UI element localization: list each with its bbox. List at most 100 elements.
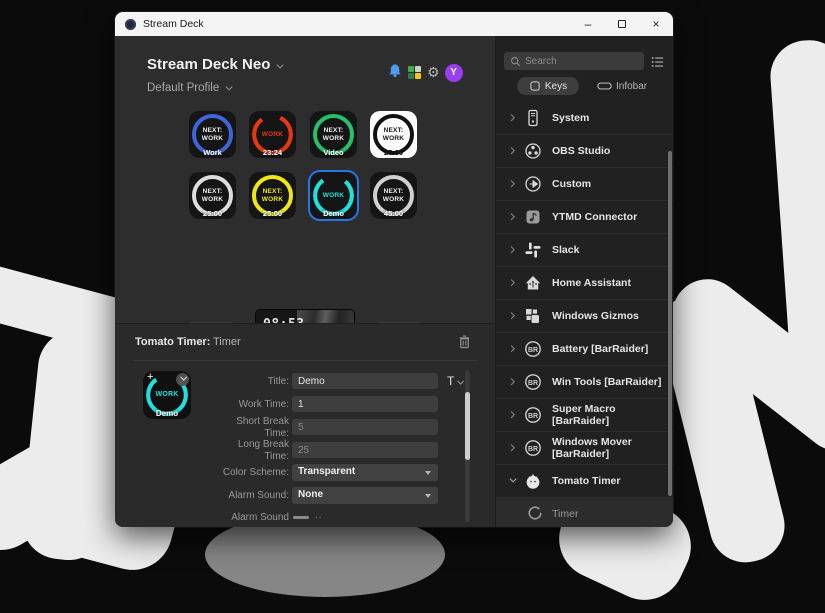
key-label: 25:00 bbox=[202, 209, 223, 218]
plugin-row-tomato-timer-expanded[interactable]: Tomato Timer bbox=[496, 465, 673, 498]
chevron-right-icon bbox=[507, 378, 516, 386]
tab-keys[interactable]: Keys bbox=[517, 77, 579, 95]
chevron-right-icon bbox=[507, 411, 516, 419]
plugin-row-windows-gizmos[interactable]: Windows Gizmos bbox=[496, 300, 673, 333]
tomato-icon bbox=[523, 471, 543, 491]
chevron-right-icon bbox=[507, 114, 516, 122]
alarm-sound-label: Alarm Sound: bbox=[228, 490, 289, 501]
key-label: 25:00 bbox=[262, 209, 283, 218]
plugin-row-battery-barraider[interactable]: BR Battery [BarRaider] bbox=[496, 333, 673, 366]
deck-key-video[interactable]: NEXT: WORK Video bbox=[310, 111, 357, 158]
plugin-row-system[interactable]: System bbox=[496, 102, 673, 135]
delete-action-button[interactable] bbox=[458, 334, 471, 354]
text-style-button[interactable]: T bbox=[447, 374, 465, 388]
key-label: 23:24 bbox=[262, 148, 283, 157]
deck-key-demo-selected[interactable]: WORK Demo bbox=[310, 172, 357, 219]
key-options-button[interactable] bbox=[176, 373, 189, 386]
deck-key-yellow[interactable]: NEXT: WORK 25:00 bbox=[249, 172, 296, 219]
title-input[interactable] bbox=[292, 373, 438, 389]
long-break-input[interactable] bbox=[292, 442, 438, 458]
maximize-button[interactable] bbox=[605, 12, 639, 36]
svg-text:BR: BR bbox=[528, 347, 538, 354]
account-avatar[interactable]: Y bbox=[444, 63, 463, 82]
notifications-button[interactable] bbox=[387, 62, 403, 83]
plugin-list: System OBS Studio Custom YTMD Connector bbox=[496, 102, 673, 527]
close-button[interactable]: × bbox=[639, 12, 673, 36]
plugin-row-super-macro-barraider[interactable]: BR Super Macro [BarRaider] bbox=[496, 399, 673, 432]
deck-key-white[interactable]: NEXT: WORK 25:00 bbox=[370, 111, 417, 158]
trash-icon bbox=[459, 335, 470, 349]
chevron-down-icon bbox=[509, 475, 517, 484]
search-input[interactable] bbox=[525, 55, 635, 67]
plugin-row-home-assistant[interactable]: Home Assistant bbox=[496, 267, 673, 300]
system-icon bbox=[523, 108, 543, 128]
plugin-row-obs-studio[interactable]: OBS Studio bbox=[496, 135, 673, 168]
marketplace-button[interactable] bbox=[408, 65, 422, 80]
home-assistant-icon bbox=[523, 273, 543, 293]
ytmd-icon bbox=[523, 207, 543, 227]
timer-arc-icon bbox=[526, 504, 546, 524]
barraider-icon: BR bbox=[523, 405, 543, 425]
device-selector[interactable]: Stream Deck Neo bbox=[147, 56, 285, 73]
key-label: Work bbox=[203, 148, 222, 157]
deck-key-work[interactable]: NEXT: WORK Work bbox=[189, 111, 236, 158]
plugin-row-win-tools-barraider[interactable]: BR Win Tools [BarRaider] bbox=[496, 366, 673, 399]
title-field-label: Title: bbox=[267, 376, 289, 387]
windows-gizmos-icon bbox=[523, 306, 543, 326]
action-row-timer[interactable]: Timer bbox=[496, 498, 673, 527]
plugin-row-ytmd-connector[interactable]: YTMD Connector bbox=[496, 201, 673, 234]
inspector-scrollbar[interactable] bbox=[465, 370, 470, 522]
color-scheme-label: Color Scheme: bbox=[222, 467, 289, 478]
actions-sidebar: Keys Infobar System OBS Studio Custom bbox=[495, 36, 673, 527]
work-time-input[interactable] bbox=[292, 396, 438, 412]
deck-key[interactable]: NEXT: WORK 25:00 bbox=[189, 172, 236, 219]
chevron-right-icon bbox=[507, 444, 516, 452]
property-inspector: Tomato Timer: Timer + WORK Demo Title: T… bbox=[115, 323, 495, 527]
plugin-row-slack[interactable]: Slack bbox=[496, 234, 673, 267]
add-overlay-icon: + bbox=[147, 371, 154, 383]
barraider-icon: BR bbox=[523, 339, 543, 359]
maximize-icon bbox=[618, 20, 626, 28]
divider bbox=[133, 360, 477, 361]
short-break-input[interactable] bbox=[292, 419, 438, 435]
canvas-panel: Stream Deck Neo Default Profile ⚙ Y NEXT… bbox=[115, 36, 495, 527]
search-box[interactable] bbox=[504, 52, 644, 70]
scrollbar-thumb[interactable] bbox=[465, 392, 470, 460]
chevron-right-icon bbox=[507, 345, 516, 353]
color-scheme-select[interactable]: Transparent bbox=[292, 464, 438, 481]
inspector-plugin-name: Tomato Timer: bbox=[135, 336, 211, 348]
alarm-sound-select[interactable]: None bbox=[292, 487, 438, 504]
search-icon bbox=[511, 56, 521, 66]
barraider-icon: BR bbox=[523, 372, 543, 392]
deck-key-running[interactable]: WORK 23:24 bbox=[249, 111, 296, 158]
list-icon bbox=[651, 56, 664, 68]
svg-text:BR: BR bbox=[528, 380, 538, 387]
chevron-right-icon bbox=[507, 312, 516, 320]
key-label: 25:00 bbox=[383, 148, 404, 157]
inspector-action-name: Timer bbox=[213, 336, 241, 348]
chevron-down-icon bbox=[180, 373, 188, 381]
plugin-row-custom[interactable]: Custom bbox=[496, 168, 673, 201]
volume-slider[interactable] bbox=[293, 516, 309, 519]
plugin-row-windows-mover-barraider[interactable]: BR Windows Mover [BarRaider] bbox=[496, 432, 673, 465]
sidebar-tabs: Keys Infobar bbox=[496, 77, 673, 97]
slack-icon bbox=[523, 240, 543, 260]
titlebar[interactable]: Stream Deck – × bbox=[115, 12, 673, 36]
profile-selector[interactable]: Default Profile bbox=[147, 82, 234, 94]
chevron-down-icon bbox=[276, 61, 285, 69]
slider-dots: .. bbox=[315, 510, 323, 521]
svg-text:BR: BR bbox=[528, 446, 538, 453]
work-time-label: Work Time: bbox=[238, 399, 289, 410]
tab-infobar[interactable]: Infobar bbox=[597, 77, 647, 95]
bell-icon bbox=[389, 64, 401, 78]
profile-name: Default Profile bbox=[147, 82, 220, 94]
chevron-right-icon bbox=[507, 213, 516, 221]
key-preview[interactable]: + WORK Demo bbox=[143, 371, 191, 419]
minimize-button[interactable]: – bbox=[571, 12, 605, 36]
alarm-volume-label: Alarm Sound bbox=[231, 512, 289, 523]
settings-button[interactable]: ⚙ bbox=[427, 66, 440, 80]
deck-key[interactable]: NEXT: WORK 45:00 bbox=[370, 172, 417, 219]
sidebar-scrollbar[interactable] bbox=[668, 151, 672, 496]
keycap-icon bbox=[530, 81, 540, 91]
list-view-button[interactable] bbox=[651, 55, 664, 73]
